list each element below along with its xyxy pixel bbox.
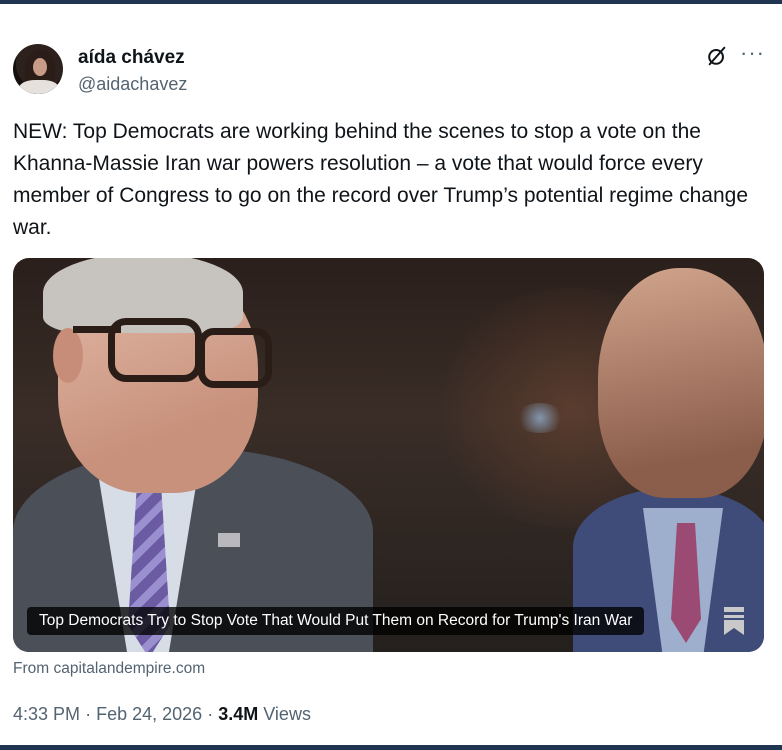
meta-separator: · [85,704,92,724]
card-caption[interactable]: Top Democrats Try to Stop Vote That Woul… [27,607,645,635]
views-count[interactable]: 3.4M [218,704,258,724]
tweet-date[interactable]: Feb 24, 2026 [96,704,202,724]
author-handle[interactable]: @aidachavez [78,74,187,95]
avatar[interactable] [13,44,63,94]
author-display-name[interactable]: aída chávez [78,47,185,69]
bookmark-icon[interactable] [723,606,745,636]
card-source[interactable]: From capitalandempire.com [13,660,205,678]
bottom-frame-bar [0,745,782,750]
link-card-media[interactable]: Top Democrats Try to Stop Vote That Woul… [13,258,764,652]
views-label: Views [263,704,311,724]
meta-separator: · [207,704,214,724]
tweet-meta: 4:33 PM · Feb 24, 2026 · 3.4M Views [13,704,311,725]
grok-icon[interactable] [706,45,728,67]
tweet-time[interactable]: 4:33 PM [13,704,80,724]
top-frame-bar [0,0,782,4]
more-icon[interactable]: ··· [740,40,765,66]
tweet-text: NEW: Top Democrats are working behind th… [13,120,748,239]
